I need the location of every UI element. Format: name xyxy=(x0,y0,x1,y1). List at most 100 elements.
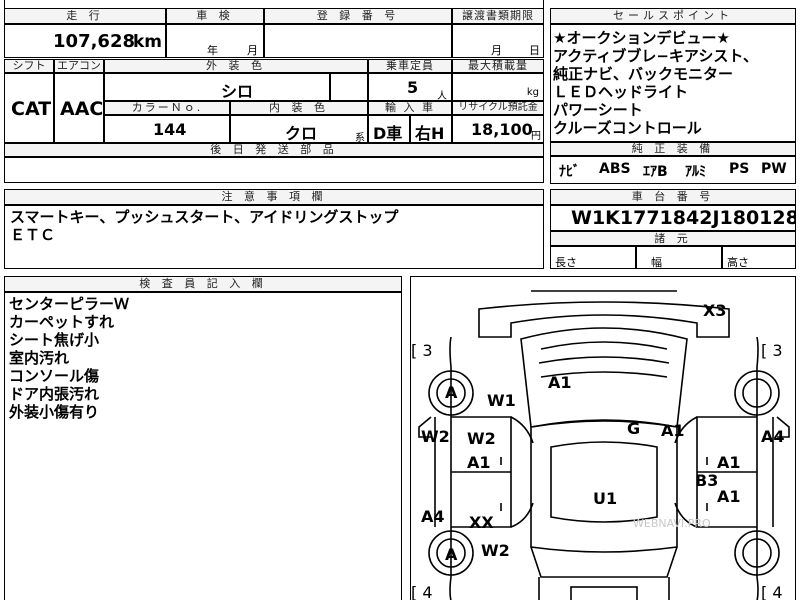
damage-mark: A1 xyxy=(717,453,741,472)
damage-mark: [ 3 xyxy=(761,341,783,360)
damage-mark: W2 xyxy=(421,427,450,446)
inspector-box: センターピラーＷ カーペットすれ シート焦げ小 室内汚れ コンソール傷 ドア内張… xyxy=(4,292,402,600)
inspector-line: カーペットすれ xyxy=(9,313,115,331)
notes-line: スマートキー、プッシュスタート、アイドリングストップ xyxy=(10,208,399,226)
car-diagram: X3 [ 3 [ 3 A1 A W1 W2 W2 G A1 A4 A1 A1 B… xyxy=(410,276,796,600)
chassis-number: W1K1771842J180128 xyxy=(571,207,796,229)
interior-color-suffix: 系 xyxy=(355,133,365,143)
height-cell: 高さ xyxy=(722,246,796,269)
transfer-month-unit: 月 xyxy=(491,44,502,57)
inspector-line: シート焦げ小 xyxy=(9,331,100,349)
exterior-color-header: 外 装 色 xyxy=(104,59,368,73)
mileage-header: 走 行 xyxy=(4,8,166,24)
sales-points-box: ★オークションデビュー★ アクティブブレ−キアシスト、 純正ナビ、バックモニター… xyxy=(550,24,796,142)
inspector-line: 外装小傷有り xyxy=(9,403,100,421)
inspector-line: 室内汚れ xyxy=(9,349,70,367)
damage-mark: W1 xyxy=(487,391,516,410)
shift-header: シフト xyxy=(4,59,54,73)
damage-mark: B3 xyxy=(695,471,719,490)
inspection-cell: 年 月 xyxy=(166,24,264,58)
transfer-deadline-header: 譲渡書類期限 xyxy=(452,8,544,24)
shift-cell: CAT xyxy=(4,73,54,143)
sales-points-header: セールスポイント xyxy=(550,8,796,24)
sales-point-line: ＬＥＤヘッドライト xyxy=(553,83,689,101)
damage-mark: A1 xyxy=(717,487,741,506)
aircon-cell: AAC xyxy=(54,73,104,143)
capacity-header: 乗車定員 xyxy=(368,59,452,73)
interior-color-header: 内 装 色 xyxy=(230,101,368,115)
max-load-cell: kg xyxy=(452,73,544,101)
notes-box: スマートキー、プッシュスタート、アイドリングストップ ＥＴＣ xyxy=(4,205,544,269)
exterior-color-cell: シロ xyxy=(104,73,330,101)
inspection-header: 車 検 xyxy=(166,8,264,24)
damage-mark: [ 4 xyxy=(761,583,783,600)
mileage-cell: 107,628 km xyxy=(4,24,166,58)
damage-mark: X3 xyxy=(703,301,727,320)
height-label: 高さ xyxy=(727,256,749,269)
equipment-item: ﾅﾋﾞ xyxy=(559,164,580,180)
damage-mark: W2 xyxy=(467,429,496,448)
damage-mark: A xyxy=(445,545,458,564)
capacity-value: 5 xyxy=(407,78,419,97)
sales-point-line: ★オークションデビュー★ xyxy=(553,29,730,47)
later-parts-cell xyxy=(4,157,544,183)
dealer-cell: D車 xyxy=(368,115,410,143)
damage-mark: A4 xyxy=(421,507,445,526)
inspector-header: 検 査 員 記 入 欄 xyxy=(4,276,402,292)
aircon-value: AAC xyxy=(60,98,104,120)
sales-point-line: 純正ナビ、バックモニター xyxy=(553,65,734,83)
dimensions-header: 諸 元 xyxy=(550,231,796,246)
later-parts-header: 後 日 発 送 部 品 xyxy=(4,143,544,157)
damage-mark: U1 xyxy=(593,489,618,508)
exterior-color-extra-cell xyxy=(330,73,368,101)
registration-cell xyxy=(264,24,452,58)
handle-cell: 右H xyxy=(410,115,452,143)
genuine-equipment-header: 純 正 装 備 xyxy=(550,142,796,156)
max-load-unit: kg xyxy=(526,87,539,98)
registration-header: 登 録 番 号 xyxy=(264,8,452,24)
inspection-year-unit: 年 xyxy=(207,44,218,57)
color-no-value: 144 xyxy=(153,120,187,139)
color-no-header: カラーＮｏ. xyxy=(104,101,230,115)
equipment-item: PS xyxy=(729,161,750,177)
watermark: WEBNAVI.PRO xyxy=(633,517,711,530)
damage-mark: G xyxy=(627,419,641,438)
sales-point-line: クルーズコントロール xyxy=(553,119,702,137)
recycle-unit: 円 xyxy=(531,131,541,142)
damage-mark: [ 3 xyxy=(411,341,433,360)
equipment-item: ｴｱB xyxy=(643,164,668,180)
mileage-value: 107,628 xyxy=(53,31,135,52)
transfer-deadline-cell: 月 日 xyxy=(452,24,544,58)
exterior-color-value: シロ xyxy=(221,82,254,101)
recycle-cell: 18,100 円 xyxy=(452,115,544,143)
chassis-number-cell: W1K1771842J180128 xyxy=(550,205,796,231)
width-label: 幅 xyxy=(651,256,662,269)
color-no-cell: 144 xyxy=(104,115,230,143)
transfer-day-unit: 日 xyxy=(529,44,540,57)
dealer-value: D車 xyxy=(373,124,403,143)
top-strip xyxy=(4,0,544,9)
inspector-line: ドア内張汚れ xyxy=(9,385,100,403)
equipment-item: ｱﾙﾐ xyxy=(685,164,706,180)
damage-mark: XX xyxy=(469,513,494,532)
damage-mark: [ 4 xyxy=(411,583,433,600)
length-cell: 長さ xyxy=(550,246,636,269)
aircon-header: エアコン xyxy=(54,59,104,73)
damage-mark: A xyxy=(445,383,458,402)
damage-mark: W2 xyxy=(481,541,510,560)
chassis-header: 車 台 番 号 xyxy=(550,189,796,205)
inspector-line: コンソール傷 xyxy=(9,367,100,385)
interior-color-value: クロ xyxy=(285,124,318,143)
damage-mark: A1 xyxy=(548,373,572,392)
mileage-unit: km xyxy=(132,32,162,52)
equipment-box: ﾅﾋﾞ ABS ｴｱB ｱﾙﾐ PS PW xyxy=(550,156,796,184)
notes-header: 注 意 事 項 欄 xyxy=(4,189,544,205)
width-cell: 幅 xyxy=(636,246,722,269)
handle-value: 右H xyxy=(415,124,445,143)
max-load-header: 最大積載量 xyxy=(452,59,544,73)
sales-point-line: パワーシート xyxy=(553,101,643,119)
import-header: 輸 入 車 xyxy=(368,101,452,115)
damage-mark: A1 xyxy=(661,421,685,440)
equipment-item: ABS xyxy=(599,161,631,177)
capacity-cell: 5 人 xyxy=(368,73,452,101)
